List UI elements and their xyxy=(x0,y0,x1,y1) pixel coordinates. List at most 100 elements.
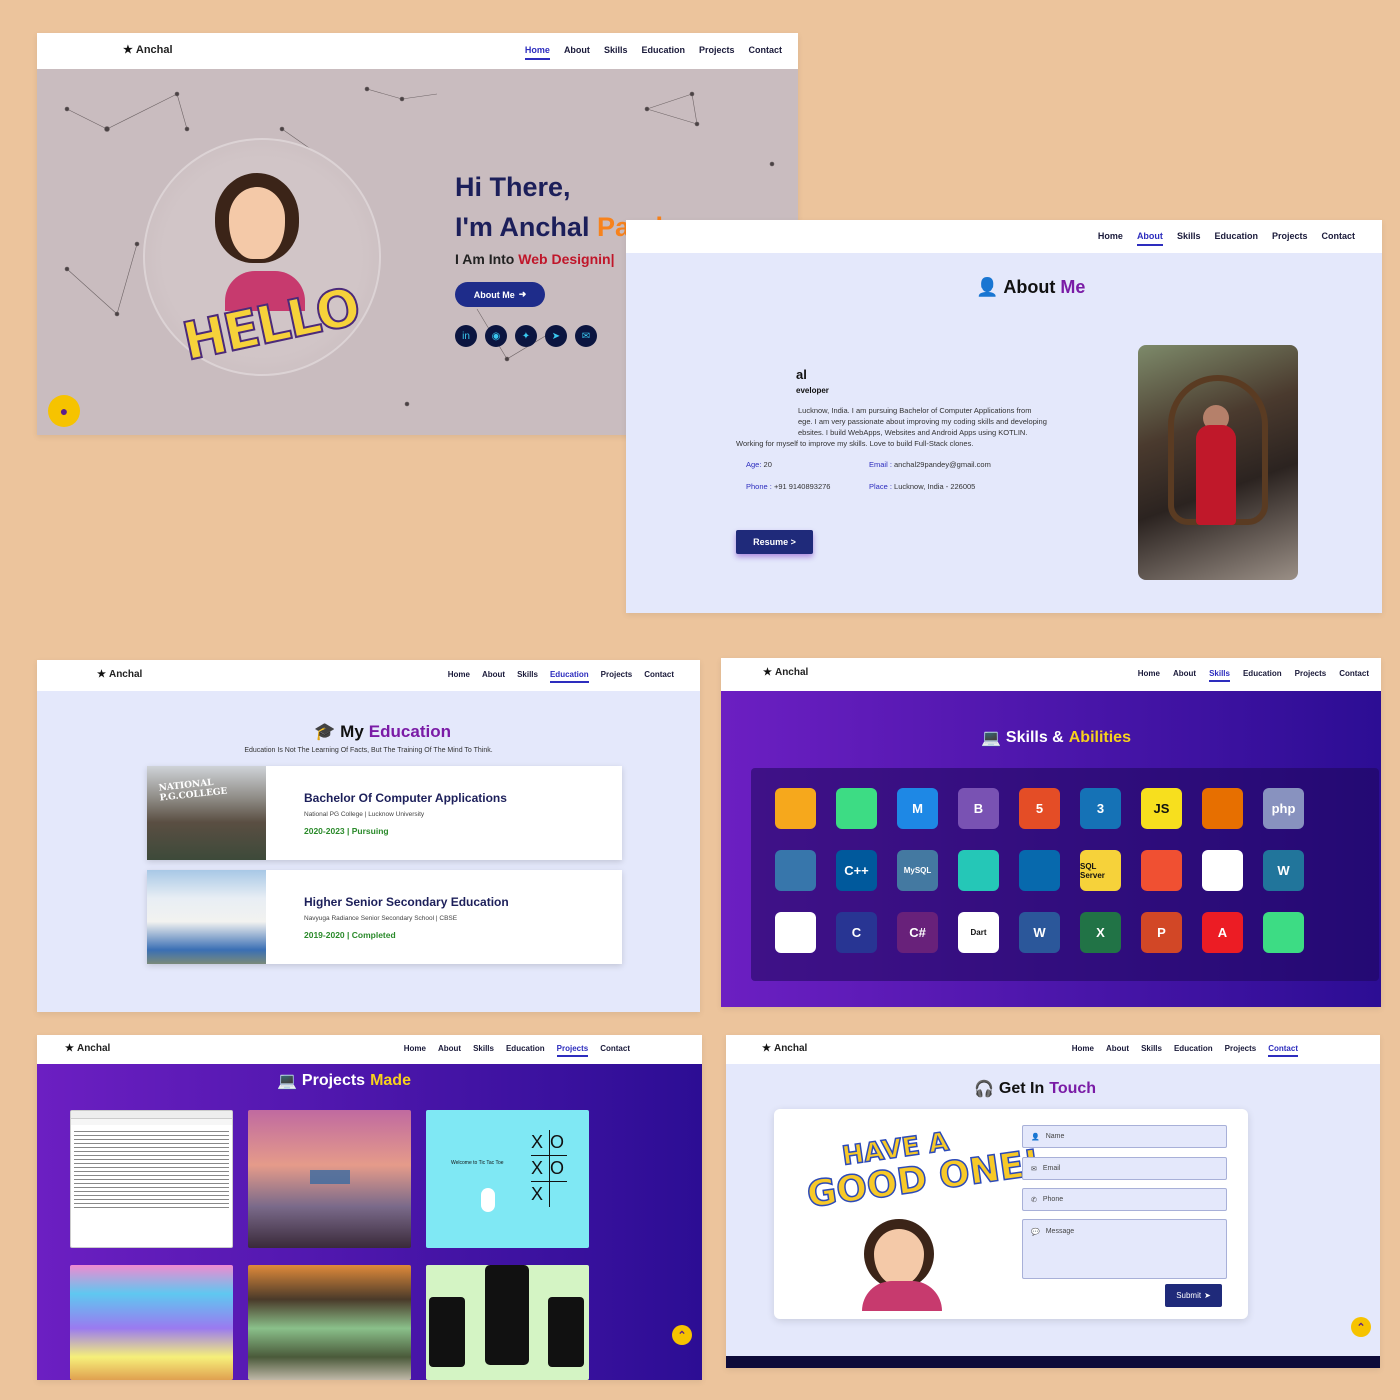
nav-skills[interactable]: Skills xyxy=(1141,1044,1162,1057)
brand-logo[interactable]: ★ Anchal xyxy=(97,669,142,680)
brand-logo[interactable]: ★ Anchal xyxy=(123,43,173,57)
brand-logo[interactable]: ★ Anchal xyxy=(65,1043,110,1054)
nav-about[interactable]: About xyxy=(1136,231,1163,246)
skills-title: 💻 Skills & Abilities xyxy=(981,729,1131,747)
nav-contact[interactable]: Contact xyxy=(600,1044,630,1057)
place-info: Place : Lucknow, India - 226005 xyxy=(869,482,976,491)
chat-widget-icon[interactable]: ● xyxy=(48,395,80,427)
nav-home[interactable]: Home xyxy=(524,45,550,60)
nav-home[interactable]: Home xyxy=(404,1044,426,1057)
nav-about[interactable]: About xyxy=(482,670,505,683)
about-role: eveloper xyxy=(796,386,829,395)
project-card-game[interactable] xyxy=(70,1265,233,1380)
telegram-icon[interactable]: ➤ xyxy=(545,325,567,347)
nav-about[interactable]: About xyxy=(1173,669,1196,682)
nav-home[interactable]: Home xyxy=(1072,1044,1094,1057)
star-logo-icon: ★ xyxy=(97,669,106,680)
education-card: Higher Senior Secondary Education Navyug… xyxy=(147,870,622,964)
message-textarea[interactable]: 💬 Message xyxy=(1022,1219,1227,1279)
scroll-to-top-button[interactable]: ⌃ xyxy=(1351,1317,1371,1337)
top-navbar: ★ Anchal Home About Skills Education Proj… xyxy=(37,660,700,691)
nav-home[interactable]: Home xyxy=(448,670,470,683)
phone-input[interactable]: ✆ Phone xyxy=(1022,1188,1227,1211)
nav-links: Home About Skills Education Projects Con… xyxy=(1072,1044,1298,1057)
top-navbar: ★ Anchal Home About Skills Education Proj… xyxy=(37,33,798,69)
about-title: 👤 About Me xyxy=(976,277,1086,297)
profile-photo xyxy=(1138,345,1298,580)
about-me-button[interactable]: About Me ➜ xyxy=(455,282,545,307)
contact-title: 🎧 Get In Touch xyxy=(974,1080,1097,1098)
scroll-to-top-button[interactable]: ⌃ xyxy=(672,1325,692,1345)
phone-info: Phone : +91 9140893276 xyxy=(746,482,831,491)
brand-logo[interactable]: ★ Anchal xyxy=(763,667,808,678)
nav-about[interactable]: About xyxy=(564,45,590,60)
tictactoe-board: X O X O X xyxy=(531,1130,567,1207)
project-card-notepad[interactable] xyxy=(70,1110,233,1248)
python-icon xyxy=(775,850,816,891)
project-card-gallery[interactable] xyxy=(248,1265,411,1380)
nav-skills[interactable]: Skills xyxy=(1209,669,1230,682)
nav-education[interactable]: Education xyxy=(1214,231,1258,246)
nav-education[interactable]: Education xyxy=(641,45,685,60)
envelope-icon: ✉ xyxy=(1031,1165,1037,1173)
brand-logo[interactable]: ★ Anchal xyxy=(762,1043,807,1054)
social-links: in ◉ ✦ ➤ ✉ xyxy=(455,325,597,347)
name-input[interactable]: 👤 Name xyxy=(1022,1125,1227,1148)
nav-skills[interactable]: Skills xyxy=(473,1044,494,1057)
top-navbar: ★ Anchal Home About Skills Education Proj… xyxy=(726,1035,1380,1064)
nav-education[interactable]: Education xyxy=(1174,1044,1213,1057)
nav-about[interactable]: About xyxy=(1106,1044,1129,1057)
nav-education[interactable]: Education xyxy=(506,1044,545,1057)
top-navbar: ★ Anchal Home About Skills Education Proj… xyxy=(37,1035,702,1064)
css3-icon: 3 xyxy=(1080,788,1121,829)
nav-home[interactable]: Home xyxy=(1098,231,1123,246)
nav-projects[interactable]: Projects xyxy=(699,45,735,60)
project-card-weather[interactable] xyxy=(248,1110,411,1248)
nav-contact[interactable]: Contact xyxy=(1339,669,1369,682)
nav-skills[interactable]: Skills xyxy=(604,45,628,60)
hero-greeting: Hi There, xyxy=(455,172,571,202)
contact-form-card: HAVE A GOOD ONE! 👤 Name ✉ Email ✆ Phone 💬 Me… xyxy=(774,1109,1248,1319)
nav-projects[interactable]: Projects xyxy=(1225,1044,1257,1057)
nav-links: Home About Skills Education Projects Con… xyxy=(448,670,674,683)
bitmoji-face xyxy=(864,1219,934,1289)
about-bio: Lucknow, India. I am pursuing Bachelor o… xyxy=(736,406,1047,448)
nav-skills[interactable]: Skills xyxy=(517,670,538,683)
nav-education[interactable]: Education xyxy=(1243,669,1282,682)
nav-contact[interactable]: Contact xyxy=(1268,1044,1298,1057)
project-card-tictactoe[interactable]: Welcome to Tic Tac Toe X O X O X xyxy=(426,1110,589,1248)
nav-contact[interactable]: Contact xyxy=(749,45,783,60)
phone-icon: ✆ xyxy=(1031,1196,1037,1204)
nav-about[interactable]: About xyxy=(438,1044,461,1057)
bitmoji-torso xyxy=(862,1281,942,1311)
linkedin-icon[interactable]: in xyxy=(455,325,477,347)
laptop-code-icon: 💻 xyxy=(981,730,1001,747)
nav-projects[interactable]: Projects xyxy=(1272,231,1308,246)
android-icon xyxy=(836,788,877,829)
nav-projects[interactable]: Projects xyxy=(1295,669,1327,682)
nav-projects[interactable]: Projects xyxy=(601,670,633,683)
resume-button[interactable]: Resume > xyxy=(736,530,813,554)
jquery-icon xyxy=(1019,850,1060,891)
nav-contact[interactable]: Contact xyxy=(1322,231,1356,246)
education-title: 🎓 My Education xyxy=(314,722,451,741)
nav-contact[interactable]: Contact xyxy=(644,670,674,683)
top-navbar: ★ Anchal Home About Skills Education Proj… xyxy=(721,658,1381,691)
nav-education[interactable]: Education xyxy=(549,670,589,683)
powerpoint-icon: P xyxy=(1141,912,1182,953)
email-input[interactable]: ✉ Email xyxy=(1022,1157,1227,1180)
mail-icon[interactable]: ✉ xyxy=(575,325,597,347)
nav-links: Home About Skills Education Projects Con… xyxy=(1098,231,1355,246)
submit-button[interactable]: Submit ➤ xyxy=(1165,1284,1222,1307)
nav-home[interactable]: Home xyxy=(1138,669,1160,682)
nav-skills[interactable]: Skills xyxy=(1177,231,1201,246)
github-icon[interactable]: ◉ xyxy=(485,325,507,347)
education-quote: Education Is Not The Learning Of Facts, … xyxy=(244,747,493,754)
project-card-mobile[interactable] xyxy=(426,1265,589,1380)
dart-icon: Dart xyxy=(958,912,999,953)
nav-projects[interactable]: Projects xyxy=(556,1044,589,1057)
twitter-icon[interactable]: ✦ xyxy=(515,325,537,347)
php-icon: php xyxy=(1263,788,1304,829)
college-image: NATIONAL P.G.COLLEGE xyxy=(147,766,266,860)
star-logo-icon: ★ xyxy=(762,1043,771,1054)
